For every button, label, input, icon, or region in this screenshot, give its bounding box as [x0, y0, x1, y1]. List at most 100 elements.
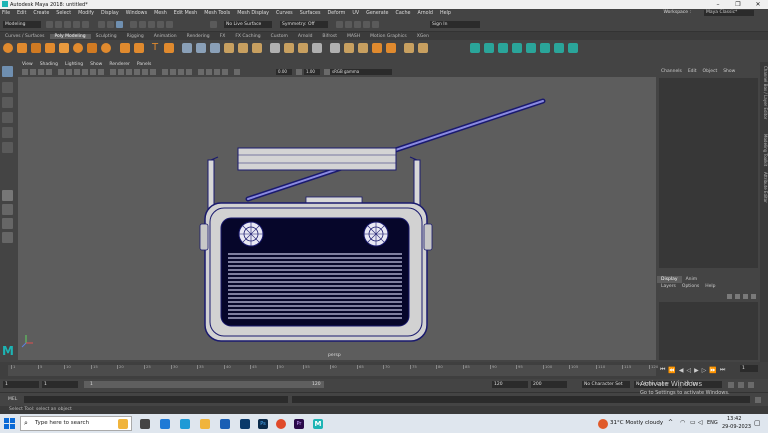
platonic-solid-icon[interactable]	[101, 43, 111, 53]
camera-attributes-icon[interactable]	[30, 69, 36, 75]
bookmark-icon[interactable]	[38, 69, 44, 75]
weather-text[interactable]: 31°C Mostly cloudy	[610, 420, 663, 426]
wireframe-on-shaded-icon[interactable]	[126, 69, 132, 75]
cb-menu-object[interactable]: Object	[703, 69, 718, 76]
ipr-render-icon[interactable]	[345, 21, 352, 28]
range-slider[interactable]: 1 120	[84, 381, 324, 388]
arnold-render-icon[interactable]	[372, 21, 379, 28]
step-back-key-icon[interactable]: ⏪	[668, 367, 675, 374]
snap-grid-icon[interactable]	[130, 21, 137, 28]
shelf-tab-curves-surfaces[interactable]: Curves / Surfaces	[0, 34, 50, 39]
workspace-dropdown[interactable]: Maya Classic*	[704, 10, 754, 16]
poly-plane-icon[interactable]	[59, 43, 69, 53]
xray-joints-icon[interactable]	[214, 69, 220, 75]
shelf-tab-bifrost[interactable]: Bifrost	[317, 34, 342, 39]
shelf-tab-fx-caching[interactable]: FX Caching	[230, 34, 265, 39]
panel-menu-show[interactable]: Show	[90, 62, 102, 67]
close-button[interactable]: ✕	[748, 0, 768, 9]
exposure-field[interactable]: 0.00	[276, 69, 292, 75]
target-weld-icon[interactable]	[404, 43, 414, 53]
hypershade-icon[interactable]	[363, 21, 370, 28]
shelf-tab-arnold[interactable]: Arnold	[293, 34, 318, 39]
tray-chevron-icon[interactable]: ^	[668, 419, 673, 426]
step-back-frame-icon[interactable]: ◀	[679, 367, 684, 374]
open-scene-icon[interactable]	[55, 21, 62, 28]
cb-menu-channels[interactable]: Channels	[661, 69, 682, 76]
layer-tab-anim[interactable]: Anim	[682, 276, 702, 283]
menu-file[interactable]: File	[2, 11, 10, 16]
isolate-select-icon[interactable]	[198, 69, 204, 75]
side-tab-modeling-toolkit[interactable]: Modeling Toolkit	[760, 134, 768, 166]
uv-snapshot-icon[interactable]	[568, 43, 578, 53]
live-surface-field[interactable]: No Live Surface	[224, 21, 272, 28]
undo-icon[interactable]	[73, 21, 80, 28]
shadows-icon[interactable]	[150, 69, 156, 75]
extrude-icon[interactable]	[284, 43, 294, 53]
poly-torus-icon[interactable]	[73, 43, 83, 53]
menu-arnold[interactable]: Arnold	[417, 11, 433, 16]
rotate-tool-icon[interactable]	[2, 127, 13, 138]
volume-icon[interactable]: ◁	[698, 419, 703, 426]
mail-icon[interactable]	[220, 419, 230, 429]
symmetry-dropdown[interactable]: Symmetry: Off	[280, 21, 328, 28]
menu-cache[interactable]: Cache	[396, 11, 411, 16]
menu-mesh[interactable]: Mesh	[154, 11, 167, 16]
select-component-icon[interactable]	[116, 21, 123, 28]
layer-menu-layers[interactable]: Layers	[661, 283, 676, 290]
character-set-dropdown[interactable]: No Character Set	[582, 381, 630, 388]
select-hierarchy-icon[interactable]	[98, 21, 105, 28]
scale-tool-icon[interactable]	[2, 142, 13, 153]
shelf-tab-fx[interactable]: FX	[215, 34, 231, 39]
save-scene-icon[interactable]	[64, 21, 71, 28]
sphere-primitive-icon[interactable]	[134, 43, 144, 53]
radio-model-wireframe[interactable]	[18, 77, 656, 360]
lasso-tool-icon[interactable]	[2, 82, 13, 93]
menu-surfaces[interactable]: Surfaces	[300, 11, 321, 16]
svg-icon[interactable]	[164, 43, 174, 53]
side-tab-attribute-editor[interactable]: Attribute Editor	[760, 172, 768, 203]
poly-cylinder-icon[interactable]	[31, 43, 41, 53]
camera-select-icon[interactable]	[22, 69, 28, 75]
shelf-tab-rigging[interactable]: Rigging	[122, 34, 149, 39]
shelf-tab-sculpting[interactable]: Sculpting	[91, 34, 122, 39]
file-explorer-icon[interactable]	[118, 419, 128, 429]
clock-time[interactable]: 13:42	[727, 416, 741, 422]
auto-key-icon[interactable]	[738, 382, 744, 388]
separate-icon[interactable]	[196, 43, 206, 53]
goto-end-icon[interactable]: ⏭	[720, 366, 725, 374]
mel-label[interactable]: MEL	[8, 397, 17, 402]
animation-end-field[interactable]: 200	[531, 381, 567, 388]
poly-sphere-icon[interactable]	[3, 43, 13, 53]
chrome-icon[interactable]	[276, 419, 286, 429]
language-indicator[interactable]: ENG	[707, 420, 718, 426]
side-tab-channel-box[interactable]: Channel Box / Layer Editor	[760, 66, 768, 119]
poly-cube-icon[interactable]	[17, 43, 27, 53]
planar-mapping-icon[interactable]	[470, 43, 480, 53]
new-scene-icon[interactable]	[46, 21, 53, 28]
textured-icon[interactable]	[134, 69, 140, 75]
clock-date[interactable]: 29-09-2023	[722, 424, 751, 430]
shelf-tab-mash[interactable]: MASH	[342, 34, 365, 39]
photoshop-icon[interactable]: Ps	[258, 419, 268, 429]
combine-icon[interactable]	[182, 43, 192, 53]
menu-deform[interactable]: Deform	[327, 11, 345, 16]
bevel-icon[interactable]	[312, 43, 322, 53]
shelf-tab-xgen[interactable]: XGen	[412, 34, 434, 39]
goto-start-icon[interactable]: ⏮	[660, 366, 665, 374]
step-forward-frame-icon[interactable]: ▷	[702, 367, 707, 374]
notification-icon[interactable]: ▢	[754, 419, 761, 427]
motion-blur-icon[interactable]	[170, 69, 176, 75]
persp-outliner-layout-icon[interactable]	[2, 218, 13, 229]
play-forwards-icon[interactable]: ▶	[694, 367, 699, 374]
menu-modify[interactable]: Modify	[78, 11, 94, 16]
new-layer-selected-icon[interactable]	[751, 294, 756, 299]
play-backwards-icon[interactable]: ◁	[687, 367, 692, 374]
super-shape-icon[interactable]	[120, 43, 130, 53]
shelf-tab-motion-graphics[interactable]: Motion Graphics	[365, 34, 412, 39]
step-forward-key-icon[interactable]: ⏩	[709, 367, 716, 374]
script-editor-icon[interactable]	[755, 397, 761, 403]
shelf-tab-poly-modeling[interactable]: Poly Modeling	[49, 33, 91, 39]
spherical-mapping-icon[interactable]	[498, 43, 508, 53]
playback-start-field[interactable]: 1	[42, 381, 78, 388]
select-object-icon[interactable]	[107, 21, 114, 28]
